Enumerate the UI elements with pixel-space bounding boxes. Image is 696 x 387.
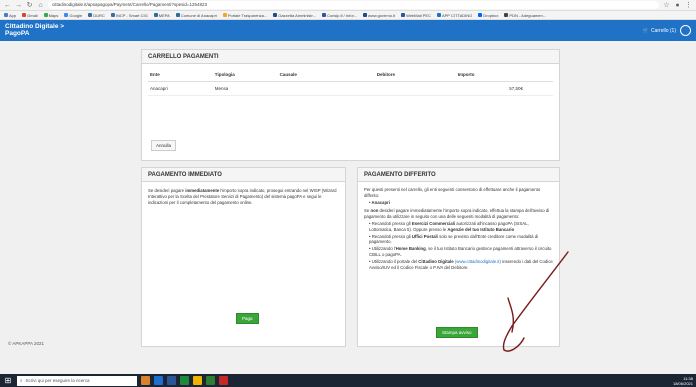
profile-icon[interactable]: ● xyxy=(674,0,681,11)
taskbar-app-icon[interactable] xyxy=(141,376,150,385)
app-header: Cittadino Digitale > PagoPA 🛒 Carrello (… xyxy=(0,20,696,41)
clock-date: 18/06/2021 xyxy=(672,380,693,386)
address-bar[interactable]: cittadinodigitale.it/apsapagopa/Payment/… xyxy=(48,1,659,9)
bookmark-icon xyxy=(175,13,180,17)
bookmark-item[interactable]: Portale Trasparenza... xyxy=(222,13,267,18)
browser-toolbar: ← → ↻ ⌂ cittadinodigitale.it/apsapagopa/… xyxy=(0,0,696,11)
bookmark-item[interactable]: Maps xyxy=(43,13,58,18)
logo-icon xyxy=(680,25,691,36)
taskbar-app-icon[interactable] xyxy=(219,376,228,385)
bookmark-item[interactable]: MEPA xyxy=(153,13,170,18)
menu-icon[interactable]: ⋮ xyxy=(685,0,692,11)
bookmark-item[interactable]: PDN - Adeguamen... xyxy=(504,13,546,18)
print-notice-button[interactable]: Stampa avviso xyxy=(436,327,478,338)
bookmark-icon xyxy=(478,13,483,17)
bookmark-icon xyxy=(322,13,326,17)
bookmark-icon xyxy=(43,13,48,17)
main-content: CARRELLO PAGAMENTI Ente Tipologia Causal… xyxy=(0,41,696,361)
taskbar-app-icon[interactable] xyxy=(193,376,202,385)
pay-button[interactable]: Paga xyxy=(236,313,259,324)
bookmark-icon xyxy=(401,13,406,17)
bookmark-icon xyxy=(110,13,115,17)
deferred-payment-panel: PAGAMENTO DIFFERITO Per questi presenti … xyxy=(357,167,560,347)
bookmark-item[interactable]: Dropbox xyxy=(478,13,498,18)
col-importo: Importo xyxy=(455,68,553,82)
bookmark-icon xyxy=(504,13,509,17)
col-causale: Causale xyxy=(277,68,375,82)
cart-icon: 🛒 xyxy=(642,27,649,34)
bookmarks-bar: App Gmail Maps Google DURC INCP - Smart CIG ME… xyxy=(0,11,696,20)
back-icon[interactable]: ← xyxy=(4,0,11,11)
bookmark-icon xyxy=(22,13,27,17)
home-icon[interactable]: ⌂ xyxy=(37,0,44,11)
bookmark-item[interactable]: App xyxy=(4,13,16,18)
cart-panel: CARRELLO PAGAMENTI Ente Tipologia Causal… xyxy=(141,49,560,161)
immediate-payment-panel: PAGAMENTO IMMEDIATO Se desideri pagare i… xyxy=(141,167,346,347)
immediate-title: PAGAMENTO IMMEDIATO xyxy=(142,168,345,182)
search-icon: ⌕ xyxy=(20,377,23,383)
taskbar-search-input[interactable]: ⌕ Scrivi qui per eseguire la ricerca xyxy=(17,375,137,386)
cancel-button[interactable]: Annulla xyxy=(151,140,177,151)
bookmark-item[interactable]: WebMail PEC xyxy=(401,13,431,18)
bookmark-item[interactable]: Google xyxy=(64,13,82,18)
bookmark-icon xyxy=(222,13,227,17)
star-icon[interactable]: ☆ xyxy=(663,0,670,11)
bookmark-icon xyxy=(88,13,93,17)
taskbar-app-icon[interactable] xyxy=(180,376,189,385)
bookmark-item[interactable]: INCP - Smart CIG xyxy=(110,13,148,18)
bookmark-item[interactable]: Comune di Anacapri xyxy=(175,13,217,18)
col-debitore: Debitore xyxy=(374,68,456,82)
bookmark-icon xyxy=(64,13,69,17)
cart-table: Ente Tipologia Causale Debitore Importo … xyxy=(148,68,553,96)
forward-icon[interactable]: → xyxy=(15,0,22,11)
cart-link[interactable]: 🛒 Carrello (1) xyxy=(643,28,676,34)
immediate-text: Se desideri pagare immediatamente l'impo… xyxy=(148,188,337,205)
bookmark-item[interactable]: DURC xyxy=(88,13,105,18)
bookmark-item[interactable]: Consip.it / Infor... xyxy=(322,13,357,18)
app-title[interactable]: Cittadino Digitale > PagoPA xyxy=(5,23,64,37)
taskbar-app-icon[interactable] xyxy=(167,376,176,385)
bookmark-item[interactable]: APP CITTADINO xyxy=(436,13,472,18)
bookmark-icon xyxy=(363,13,368,17)
bookmark-item[interactable]: Gmail xyxy=(22,13,38,18)
col-ente: Ente xyxy=(148,68,213,82)
bookmark-icon xyxy=(4,13,8,17)
portal-link[interactable]: (www.cittadinodigitale.it) xyxy=(454,259,501,264)
deferred-text: Per questi presenti nel carrello, gli en… xyxy=(364,187,553,270)
bookmark-icon xyxy=(273,13,278,17)
cart-title: CARRELLO PAGAMENTI xyxy=(142,50,559,64)
bookmark-icon xyxy=(153,13,158,17)
copyright: © APKAPPA 2021 xyxy=(8,341,45,346)
bookmark-item[interactable]: www.governo.it xyxy=(363,13,395,18)
bookmark-icon xyxy=(436,13,441,17)
table-row: Anacapri Mensa 57,50€ xyxy=(148,81,553,96)
taskbar-app-icon[interactable] xyxy=(154,376,163,385)
windows-start-icon[interactable]: ⊞ xyxy=(3,376,13,385)
col-tipologia: Tipologia xyxy=(212,68,278,82)
system-tray: 11:38 18/06/2021 xyxy=(673,376,693,386)
bookmark-item[interactable]: Gazzetta Amministr... xyxy=(273,13,316,18)
reload-icon[interactable]: ↻ xyxy=(26,0,33,11)
taskbar-app-icon[interactable] xyxy=(206,376,215,385)
deferred-title: PAGAMENTO DIFFERITO xyxy=(358,168,559,182)
taskbar: ⊞ ⌕ Scrivi qui per eseguire la ricerca 1… xyxy=(0,374,696,387)
taskbar-apps xyxy=(141,376,228,385)
